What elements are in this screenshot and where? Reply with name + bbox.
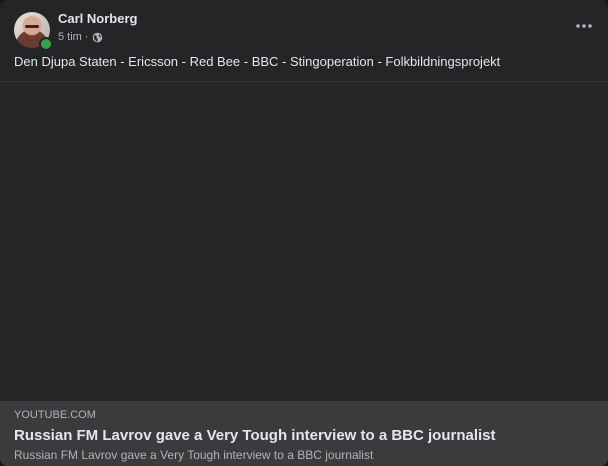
- author-name[interactable]: Carl Norberg: [58, 11, 137, 26]
- post-header: Carl Norberg 5 tim ·: [0, 0, 608, 52]
- post-meta: 5 tim ·: [58, 30, 103, 43]
- post-card: Carl Norberg 5 tim · Den Djupa Staten - …: [0, 0, 608, 466]
- more-options-button[interactable]: [572, 14, 596, 38]
- post-text: Den Djupa Staten - Ericsson - Red Bee - …: [14, 54, 501, 69]
- avatar-glasses: [25, 25, 39, 28]
- link-preview[interactable]: YOUTUBE.COM Russian FM Lavrov gave a Ver…: [0, 401, 608, 466]
- meta-separator: ·: [84, 30, 89, 43]
- link-domain: YOUTUBE.COM: [14, 409, 96, 421]
- more-horizontal-icon: [576, 24, 592, 28]
- online-status-icon: [39, 37, 53, 51]
- link-title[interactable]: Russian FM Lavrov gave a Very Tough inte…: [14, 427, 496, 444]
- link-description: Russian FM Lavrov gave a Very Tough inte…: [14, 448, 374, 462]
- post-time[interactable]: 5 tim: [58, 31, 82, 43]
- video-embed[interactable]: [0, 81, 608, 402]
- globe-icon[interactable]: [92, 32, 103, 43]
